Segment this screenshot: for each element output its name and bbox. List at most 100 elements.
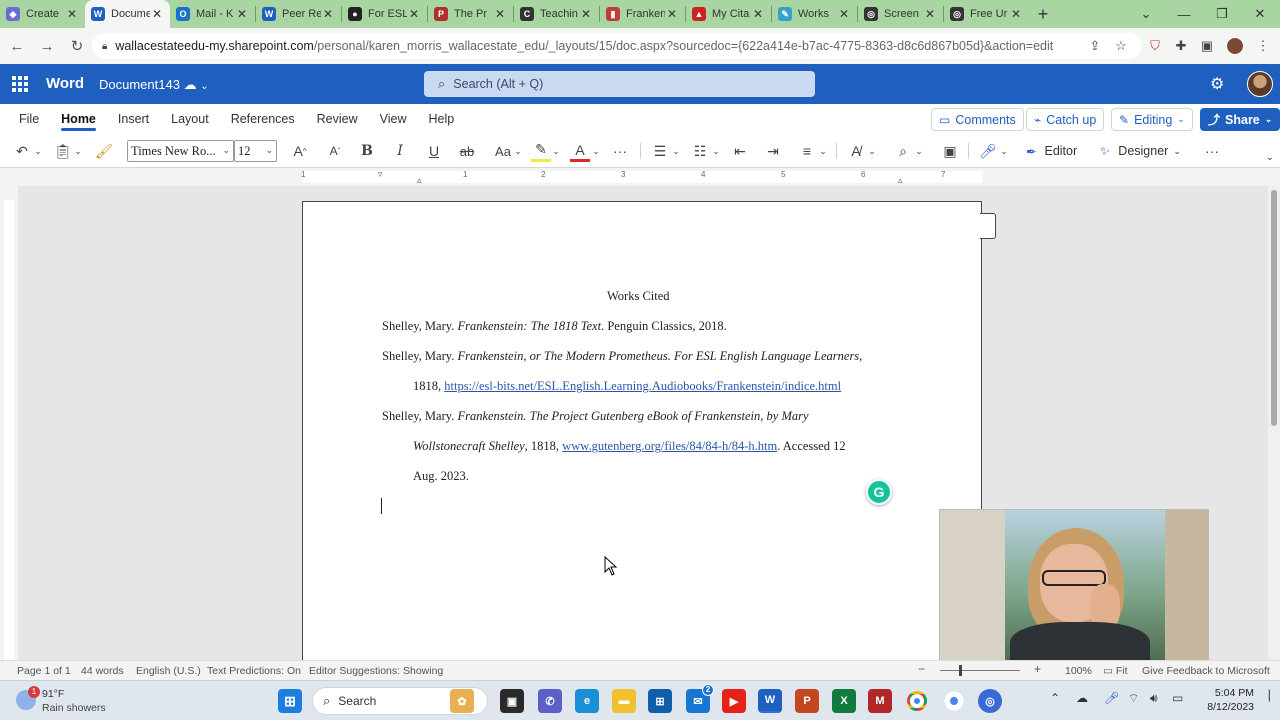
browser-tab[interactable]: C Teachin ✕ <box>514 0 599 28</box>
word-taskbar-icon[interactable]: W <box>758 689 782 713</box>
tab-help[interactable]: Help <box>418 104 466 134</box>
onedrive-icon[interactable]: ☁︎ <box>1076 691 1088 705</box>
editor-button[interactable]: ✒ Editor <box>1026 140 1102 162</box>
zoom-level[interactable]: 100% <box>1065 665 1092 677</box>
extensions-puzzle-icon[interactable]: ✚ <box>1170 36 1192 56</box>
side-panel-icon[interactable]: ▣ <box>1196 36 1218 56</box>
app-name[interactable]: Word <box>46 75 84 92</box>
more-options-icon[interactable]: ··· <box>1202 140 1222 162</box>
new-tab-button[interactable]: + <box>1029 0 1057 28</box>
volume-icon[interactable]: 🔊︎ <box>1150 691 1158 706</box>
forward-icon[interactable]: → <box>34 33 60 59</box>
find-icon[interactable]: ⌕ <box>893 140 913 162</box>
microsoft-store-icon[interactable]: ⊞ <box>648 689 672 713</box>
chevron-down-icon[interactable]: ⌄ <box>32 140 44 162</box>
browser-tab[interactable]: ▮ Franken ✕ <box>600 0 685 28</box>
reuse-files-icon[interactable]: ▣ <box>940 140 960 162</box>
language-status[interactable]: English (U.S.) <box>136 665 201 677</box>
chevron-down-icon[interactable]: ⌄ <box>72 140 84 162</box>
zoom-slider-thumb[interactable] <box>959 665 962 676</box>
close-icon[interactable]: ✕ <box>665 7 679 21</box>
browser-tab[interactable]: ◆ Create ✕ <box>0 0 85 28</box>
search-input[interactable]: ⌕ Search (Alt + Q) <box>424 71 815 97</box>
document-name[interactable]: Document143 ☁︎ ⌄ <box>99 77 209 93</box>
right-indent-marker[interactable]: ▵ <box>898 175 903 186</box>
maximize-icon[interactable]: ❐ <box>1202 0 1242 28</box>
close-window-icon[interactable]: ✕ <box>1240 0 1280 28</box>
citation-link[interactable]: www.gutenberg.org/files/84/84-h/84-h.htm <box>562 439 777 453</box>
share-page-icon[interactable]: ⇪ <box>1084 36 1106 56</box>
browser-tab[interactable]: ◎ Screen ✕ <box>858 0 943 28</box>
show-hidden-icons-icon[interactable]: ⌃ <box>1050 691 1060 705</box>
file-explorer-icon[interactable]: ▬ <box>612 689 636 713</box>
text-predictions-status[interactable]: Text Predictions: On <box>207 665 301 677</box>
minimize-icon[interactable]: — <box>1164 0 1204 28</box>
share-button[interactable]: ⤴ Share ⌄ <box>1200 108 1280 131</box>
notifications-icon[interactable]: ▕ <box>1262 691 1270 702</box>
address-bar[interactable]: 🔒︎ wallacestateedu-my.sharepoint.com/per… <box>92 33 1142 59</box>
close-icon[interactable]: ✕ <box>1009 7 1023 21</box>
chevron-down-icon[interactable]: ⌄ <box>710 140 722 162</box>
reload-icon[interactable]: ↻ <box>64 33 90 59</box>
bookmark-star-icon[interactable]: ☆ <box>1110 36 1132 56</box>
close-icon[interactable]: ✕ <box>493 7 507 21</box>
microphone-icon[interactable]: 🎤︎ <box>1104 691 1119 705</box>
citation-line[interactable]: Shelley, Mary. Frankenstein: The 1818 Te… <box>382 319 727 334</box>
bullets-icon[interactable]: ☰ <box>650 140 670 162</box>
strikethrough-icon[interactable]: ab <box>457 140 477 162</box>
tab-review[interactable]: Review <box>306 104 369 134</box>
align-icon[interactable]: ≡ <box>797 140 817 162</box>
editor-suggestions-status[interactable]: Editor Suggestions: Showing <box>309 665 443 677</box>
font-name-select[interactable]: Times New Ro... ⌄ <box>127 140 234 162</box>
browser-tab[interactable]: O Mail - K ✕ <box>170 0 255 28</box>
tab-references[interactable]: References <box>220 104 306 134</box>
edge-icon[interactable]: e <box>575 689 599 713</box>
browser-tab[interactable]: ● For ESL ✕ <box>342 0 427 28</box>
extension-shield-icon[interactable]: ⛉ <box>1144 36 1166 56</box>
mail-icon[interactable]: ✉ 2 <box>686 684 714 713</box>
bold-icon[interactable]: B <box>357 140 377 162</box>
numbering-icon[interactable]: ☷ <box>690 140 710 162</box>
paste-icon[interactable]: 📋︎ <box>54 140 72 162</box>
decrease-indent-icon[interactable]: ⇤ <box>730 140 750 162</box>
browser-tab[interactable]: ◎ Free Ur ✕ <box>944 0 1029 28</box>
browser-tab[interactable]: P The Pr ✕ <box>428 0 513 28</box>
close-icon[interactable]: ✕ <box>150 7 164 21</box>
gear-icon[interactable]: ⚙ <box>1210 74 1224 94</box>
taskbar-clock[interactable]: 5:04 PM 8/12/2023 <box>1192 686 1254 714</box>
avatar[interactable] <box>1247 71 1273 97</box>
chevron-down-icon[interactable]: ⌄ <box>866 140 878 162</box>
close-icon[interactable]: ✕ <box>321 7 335 21</box>
tab-layout[interactable]: Layout <box>160 104 220 134</box>
excel-icon[interactable]: X <box>832 689 856 713</box>
battery-icon[interactable]: ▭ <box>1172 691 1183 705</box>
tab-file[interactable]: File <box>8 104 50 134</box>
close-icon[interactable]: ✕ <box>65 7 79 21</box>
collapse-ribbon-icon[interactable]: ⌄ <box>1262 146 1278 168</box>
fit-button[interactable]: ▭ Fit <box>1103 665 1128 677</box>
tab-search-icon[interactable]: ⌄ <box>1126 0 1166 28</box>
vertical-scrollbar[interactable] <box>1268 186 1280 660</box>
chrome-profile-icon[interactable] <box>942 689 966 713</box>
chevron-down-icon[interactable]: ⌄ <box>998 140 1010 162</box>
citation-line[interactable]: Aug. 2023. <box>413 469 469 484</box>
citation-line[interactable]: 1818, https://esl-bits.net/ESL.English.L… <box>413 379 841 394</box>
underline-icon[interactable]: U <box>424 140 444 162</box>
chevron-down-icon[interactable]: ⌄ <box>512 140 524 162</box>
comments-button[interactable]: ▭ Comments <box>931 108 1024 131</box>
editing-mode-button[interactable]: ✎ Editing ⌄ <box>1111 108 1193 131</box>
word-count[interactable]: 44 words <box>81 665 124 677</box>
grammarly-icon[interactable]: G <box>866 479 892 505</box>
close-icon[interactable]: ✕ <box>837 7 851 21</box>
citation-line[interactable]: Wollstonecraft Shelley, 1818, www.gutenb… <box>413 439 846 454</box>
close-icon[interactable]: ✕ <box>579 7 593 21</box>
more-font-options-icon[interactable]: ··· <box>610 140 630 162</box>
zoom-in-icon[interactable]: + <box>1034 662 1041 676</box>
highlight-icon[interactable]: ✎ <box>531 140 551 162</box>
back-icon[interactable]: ← <box>4 33 30 59</box>
hanging-indent-marker[interactable]: ▵ <box>417 175 422 186</box>
dictate-microphone-icon[interactable]: 🎤︎ <box>978 140 998 162</box>
styles-icon[interactable]: A̸ <box>846 140 866 162</box>
windows-start-icon[interactable]: ⊞ <box>278 689 302 713</box>
chrome-icon[interactable] <box>905 689 929 713</box>
